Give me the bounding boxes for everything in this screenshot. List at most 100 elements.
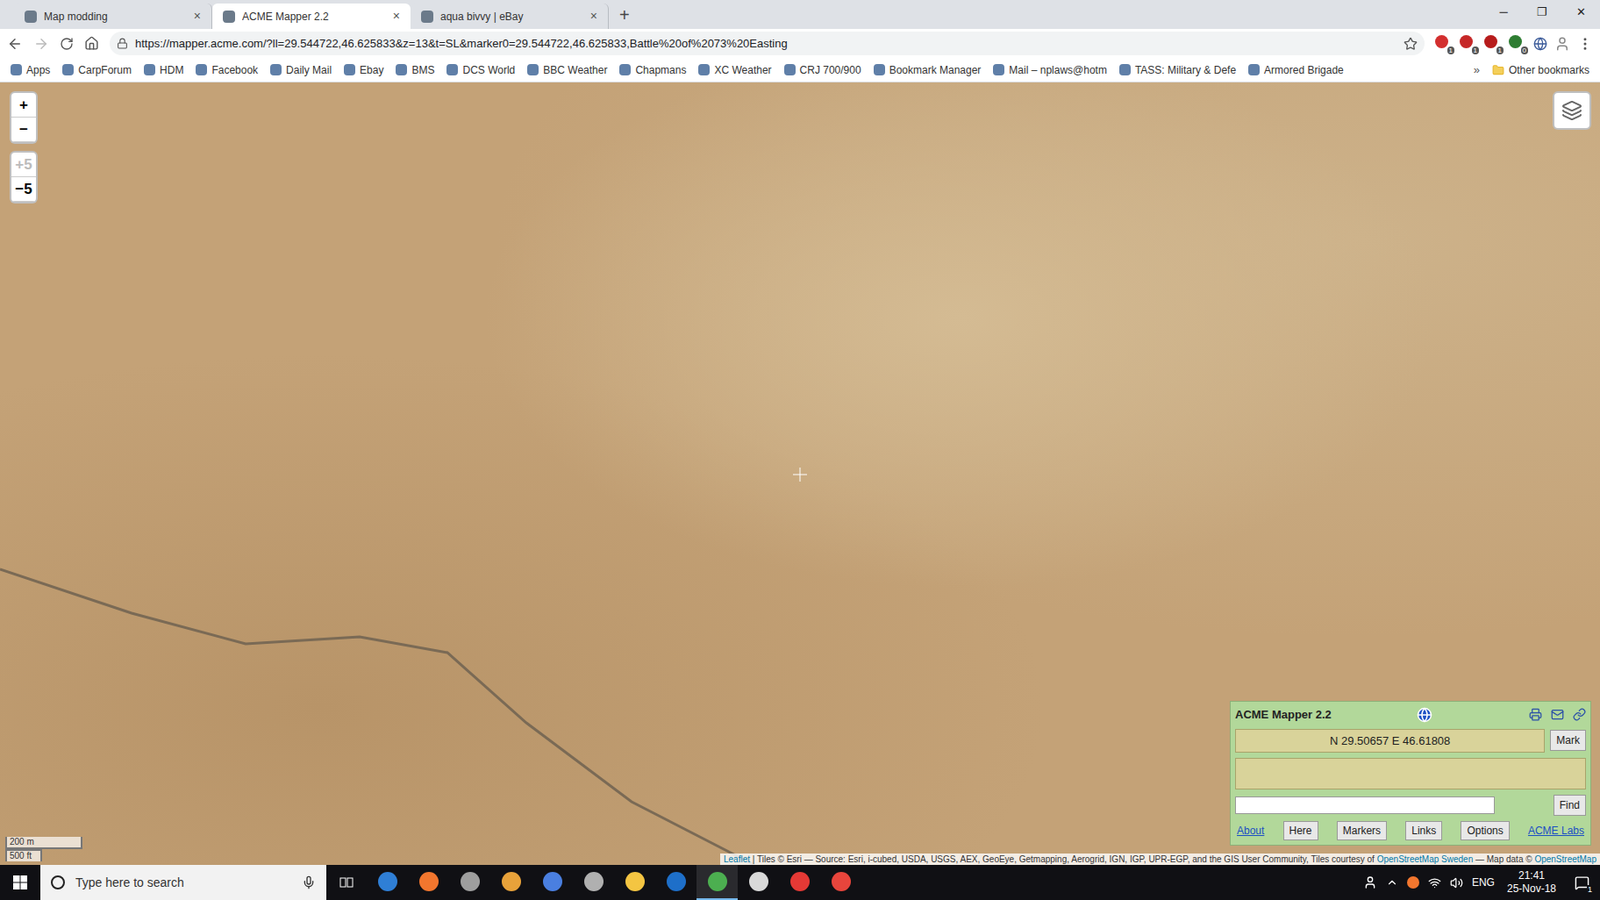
print-icon[interactable]	[1528, 707, 1543, 722]
extension-button[interactable]: 1	[1484, 35, 1502, 53]
taskbar-app[interactable]	[737, 864, 779, 900]
taskbar-app[interactable]	[490, 864, 532, 900]
profile-icon[interactable]	[1554, 35, 1571, 52]
mic-icon[interactable]	[301, 875, 316, 890]
bookmark[interactable]: Chapmans	[619, 62, 686, 79]
network-icon[interactable]	[1428, 876, 1442, 890]
bookmark[interactable]: XC Weather	[698, 62, 772, 79]
tray-expand-icon[interactable]	[1385, 876, 1399, 889]
zoom-button[interactable]: −5	[11, 177, 36, 202]
taskbar-app[interactable]	[696, 864, 738, 900]
bookmark[interactable]: HDM	[143, 62, 184, 79]
start-button[interactable]	[0, 864, 41, 900]
bookmark[interactable]: Apps	[10, 62, 50, 79]
find-button[interactable]: Find	[1553, 794, 1586, 816]
extension-button[interactable]: 0	[1508, 35, 1527, 53]
globe-icon	[1416, 707, 1433, 723]
bookmark[interactable]: TASS: Military & Defe	[1119, 62, 1236, 79]
bookmark[interactable]: CarpForum	[62, 62, 132, 79]
attribution-link[interactable]: Leaflet	[723, 854, 750, 865]
bookmark-icon	[619, 64, 631, 76]
panel-button[interactable]: Markers	[1336, 821, 1387, 841]
app-icon	[831, 871, 851, 892]
bookmark[interactable]: CRJ 700/900	[784, 62, 862, 79]
crosshair-icon	[792, 467, 808, 482]
attribution-link[interactable]: OpenStreetMap	[1534, 854, 1597, 865]
mail-icon[interactable]	[1550, 707, 1565, 722]
bookmark[interactable]: Armored Brigade	[1248, 62, 1344, 79]
tab-close[interactable]: ×	[590, 7, 598, 26]
tray-app-icon[interactable]	[1407, 876, 1420, 889]
other-bookmarks[interactable]: Other bookmarks	[1492, 62, 1590, 79]
zoom-button[interactable]: +5	[11, 152, 36, 178]
browser-tab[interactable]: Map modding×	[14, 3, 213, 29]
bookmark[interactable]: BBC Weather	[527, 62, 608, 79]
home-icon[interactable]	[84, 35, 100, 51]
panel-button[interactable]: Links	[1405, 821, 1443, 841]
bookmark[interactable]: Daily Mail	[270, 62, 332, 79]
bookmarks-bar: Apps CarpForum HDM Facebook Daily Mail Ebay BM…	[0, 57, 1600, 83]
star-icon[interactable]	[1403, 36, 1418, 51]
zoom-button[interactable]: −	[11, 117, 36, 143]
task-view-icon[interactable]	[338, 874, 355, 891]
window-control[interactable]: ✕	[1561, 0, 1600, 25]
app-icon	[666, 871, 686, 892]
tab-label: ACME Mapper 2.2	[242, 8, 386, 25]
reload-icon[interactable]	[59, 36, 74, 51]
people-icon[interactable]	[1363, 875, 1378, 890]
search-input[interactable]	[1235, 796, 1495, 815]
tab-close[interactable]: ×	[392, 7, 400, 26]
taskbar-app[interactable]	[572, 864, 615, 900]
action-center[interactable]: 1	[1568, 869, 1595, 896]
panel-button[interactable]: Options	[1460, 821, 1509, 841]
bookmark-icon	[395, 64, 408, 76]
panel-link[interactable]: ACME Labs	[1528, 822, 1585, 839]
app-icon	[378, 871, 398, 892]
tab-close[interactable]: ×	[193, 7, 201, 26]
layers-button[interactable]	[1552, 91, 1592, 130]
app-icon	[790, 871, 810, 892]
clock[interactable]: 21:4125-Nov-18	[1503, 869, 1560, 896]
extension-button[interactable]: 1	[1435, 35, 1453, 53]
bookmark[interactable]: Mail – nplaws@hotm	[992, 62, 1108, 79]
language[interactable]: ENG	[1471, 874, 1495, 891]
taskbar-app[interactable]	[778, 864, 821, 900]
attribution-text: | Tiles © Esri — Source: Esri, i-cubed, …	[750, 854, 1378, 865]
taskbar-app[interactable]	[407, 864, 450, 900]
forward-icon[interactable]	[33, 35, 50, 52]
zoom-button[interactable]: +	[11, 92, 36, 118]
taskbar-app[interactable]	[655, 864, 697, 900]
back-icon[interactable]	[7, 35, 23, 52]
browser-tab[interactable]: ACME Mapper 2.2 ×	[212, 3, 411, 29]
window-control[interactable]: ❐	[1522, 0, 1562, 25]
bookmark[interactable]: Bookmark Manager	[873, 62, 982, 79]
taskbar-app[interactable]	[449, 864, 491, 900]
volume-icon[interactable]	[1450, 876, 1464, 890]
bookmark[interactable]: Ebay	[343, 62, 384, 79]
taskbar-app[interactable]	[820, 864, 862, 900]
window-control[interactable]: ─	[1484, 0, 1523, 25]
bookmark[interactable]: DCS World	[446, 62, 515, 79]
new-tab-button[interactable]: +	[608, 1, 641, 29]
map[interactable]: +−+5−5200 m500 ftLeaflet | Tiles © Esri …	[0, 82, 1600, 865]
taskbar-app[interactable]	[614, 864, 656, 900]
lock-icon	[116, 37, 129, 50]
taskbar-app[interactable]	[366, 864, 408, 900]
folder-icon	[1492, 64, 1505, 77]
bookmark-icon	[10, 64, 22, 76]
address-bar[interactable]: https://mapper.acme.com/?ll=29.544722,46…	[109, 31, 1425, 56]
panel-link[interactable]: About	[1236, 822, 1265, 839]
browser-tab[interactable]: aqua bivvy | eBay×	[410, 3, 609, 29]
bookmark[interactable]: Facebook	[195, 62, 258, 79]
panel-button[interactable]: Here	[1283, 821, 1319, 841]
extension-icon[interactable]	[1533, 36, 1548, 51]
mark-button[interactable]: Mark	[1550, 729, 1586, 751]
attribution-link[interactable]: OpenStreetMap Sweden	[1377, 854, 1474, 865]
taskbar-search[interactable]: Type here to search	[40, 864, 327, 900]
link-icon[interactable]	[1572, 707, 1586, 722]
bookmarks-more[interactable]: »	[1473, 61, 1480, 79]
extension-button[interactable]: 1	[1459, 35, 1478, 53]
bookmark[interactable]: BMS	[395, 62, 435, 79]
taskbar-app[interactable]	[531, 864, 573, 900]
menu-icon[interactable]	[1577, 35, 1593, 52]
